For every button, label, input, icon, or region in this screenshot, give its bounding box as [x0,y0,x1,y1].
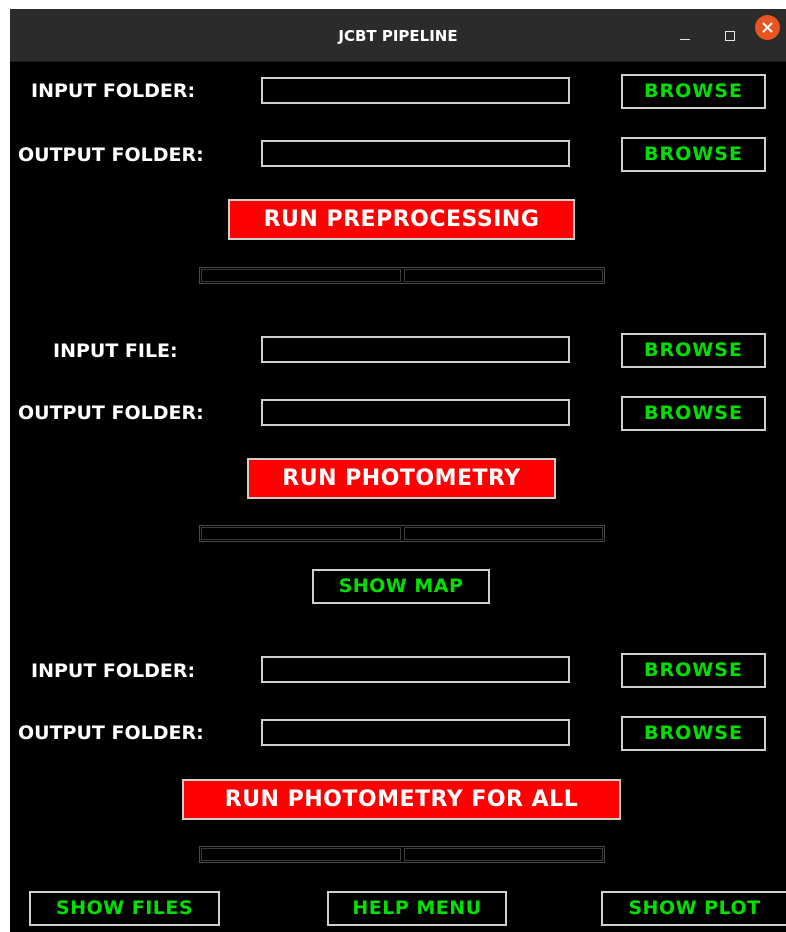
progress-segment [201,269,401,282]
photometry-all-output-browse-button[interactable]: BROWSE [621,716,766,751]
photometry-all-input-browse-button[interactable]: BROWSE [621,653,766,688]
progress-segment [201,527,401,540]
run-photometry-for-all-button[interactable]: RUN PHOTOMETRY FOR ALL [182,779,621,820]
photometry-all-output-field[interactable] [261,719,570,746]
show-map-button[interactable]: SHOW MAP [312,569,490,604]
app-window: JCBT PIPELINE INPUT FOLDER: BROWSE OUTPU… [10,9,786,932]
run-photometry-button[interactable]: RUN PHOTOMETRY [247,458,556,499]
photometry-all-output-label: OUTPUT FOLDER: [18,722,204,744]
progress-segment [404,527,603,540]
photometry-output-browse-button[interactable]: BROWSE [621,396,766,431]
preprocessing-output-field[interactable] [261,140,570,167]
close-icon [762,22,773,33]
help-menu-button[interactable]: HELP MENU [327,891,507,926]
preprocessing-output-label: OUTPUT FOLDER: [18,144,204,166]
close-button[interactable] [755,15,780,40]
photometry-progress-bar [199,525,605,542]
window-title: JCBT PIPELINE [338,27,458,45]
progress-segment [201,848,401,861]
photometry-output-label: OUTPUT FOLDER: [18,402,204,424]
preprocessing-input-browse-button[interactable]: BROWSE [621,74,766,109]
progress-segment [404,848,603,861]
title-bar: JCBT PIPELINE [10,9,786,62]
photometry-output-field[interactable] [261,399,570,426]
minimize-button[interactable] [677,29,693,43]
photometry-input-field[interactable] [261,336,570,363]
minimize-icon [680,39,690,40]
preprocessing-output-browse-button[interactable]: BROWSE [621,137,766,172]
photometry-all-input-field[interactable] [261,656,570,683]
photometry-input-browse-button[interactable]: BROWSE [621,333,766,368]
progress-segment [404,269,603,282]
preprocessing-progress-bar [199,267,605,284]
preprocessing-input-label: INPUT FOLDER: [31,80,196,102]
show-plot-button[interactable]: SHOW PLOT [601,891,786,926]
maximize-button[interactable] [724,30,736,42]
maximize-icon [725,31,735,41]
photometry-all-progress-bar [199,846,605,863]
photometry-input-label: INPUT FILE: [53,340,178,362]
photometry-all-input-label: INPUT FOLDER: [31,660,196,682]
show-files-button[interactable]: SHOW FILES [29,891,220,926]
preprocessing-input-field[interactable] [261,77,570,104]
run-preprocessing-button[interactable]: RUN PREPROCESSING [228,199,575,240]
